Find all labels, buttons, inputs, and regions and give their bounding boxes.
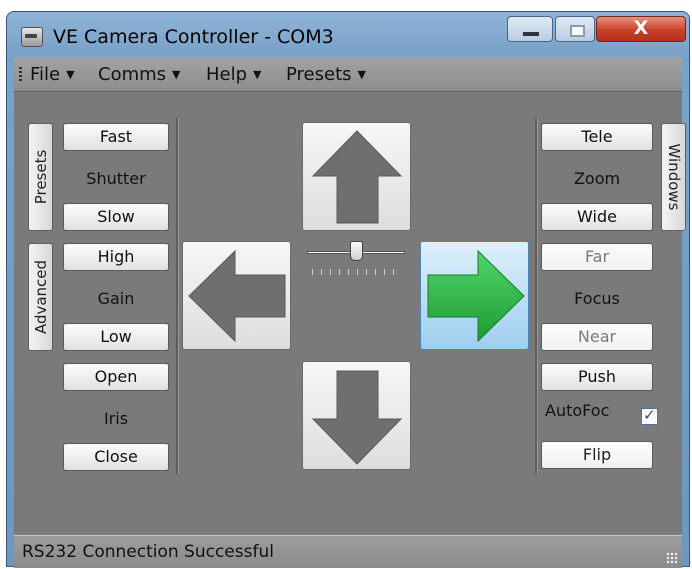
speed-slider-ticks: [312, 269, 400, 275]
left-divider: [176, 118, 179, 474]
gain-high-button[interactable]: High: [63, 243, 169, 271]
pan-left-button[interactable]: [182, 241, 291, 350]
tab-windows[interactable]: Windows: [661, 123, 686, 231]
iris-close-button[interactable]: Close: [63, 443, 169, 471]
arrow-left-icon: [188, 249, 286, 343]
menu-file[interactable]: File ▼: [30, 64, 75, 85]
dropdown-arrow-icon: ▼: [172, 68, 181, 81]
shutter-label: Shutter: [86, 169, 146, 188]
flip-button[interactable]: Flip: [541, 441, 653, 469]
window-title: VE Camera Controller - COM3: [53, 26, 334, 48]
tab-presets-label: Presets: [31, 149, 50, 205]
menu-presets[interactable]: Presets ▼: [286, 64, 366, 85]
shutter-fast-button[interactable]: Fast: [63, 123, 169, 151]
menu-grip[interactable]: [19, 67, 22, 83]
focus-label: Focus: [574, 289, 620, 308]
maximize-button[interactable]: [555, 16, 595, 42]
dropdown-arrow-icon: ▼: [66, 68, 75, 81]
autofocus-checkbox[interactable]: [641, 406, 658, 425]
status-text: RS232 Connection Successful: [22, 542, 274, 562]
zoom-wide-button[interactable]: Wide: [541, 203, 653, 231]
status-bar: RS232 Connection Successful: [14, 535, 682, 568]
dropdown-arrow-icon: ▼: [253, 68, 262, 81]
gain-low-button[interactable]: Low: [63, 323, 169, 351]
arrow-down-icon: [311, 370, 403, 465]
menu-bar: File ▼ Comms ▼ Help ▼ Presets ▼: [14, 57, 682, 92]
pan-up-button[interactable]: [302, 122, 411, 231]
menu-help-label: Help: [206, 64, 248, 85]
speed-slider-thumb[interactable]: [349, 241, 363, 261]
menu-comms[interactable]: Comms ▼: [98, 64, 181, 85]
menu-comms-label: Comms: [98, 64, 167, 85]
tab-advanced-label: Advanced: [31, 259, 50, 335]
menu-help[interactable]: Help ▼: [206, 64, 262, 85]
pan-right-button[interactable]: [420, 241, 529, 350]
tab-windows-label: Windows: [664, 143, 683, 211]
title-bar[interactable]: VE Camera Controller - COM3 X: [7, 12, 689, 60]
resize-grip-icon[interactable]: [666, 552, 678, 564]
menu-file-label: File: [30, 64, 61, 85]
close-button[interactable]: X: [596, 16, 686, 42]
zoom-label: Zoom: [573, 169, 621, 188]
app-icon[interactable]: [21, 27, 43, 47]
dropdown-arrow-icon: ▼: [357, 68, 366, 81]
minimize-button[interactable]: [507, 16, 553, 42]
menu-presets-label: Presets: [286, 64, 352, 85]
arrow-right-icon: [427, 249, 525, 343]
arrow-up-icon: [311, 130, 403, 224]
shutter-slow-button[interactable]: Slow: [63, 203, 169, 231]
focus-push-button[interactable]: Push: [541, 363, 653, 391]
tab-advanced[interactable]: Advanced: [28, 243, 53, 351]
zoom-tele-button[interactable]: Tele: [541, 123, 653, 151]
gain-label: Gain: [97, 289, 135, 308]
pan-down-button[interactable]: [302, 361, 411, 470]
tab-presets[interactable]: Presets: [28, 123, 53, 231]
close-icon: X: [633, 17, 649, 39]
right-divider: [535, 118, 538, 474]
focus-far-button[interactable]: Far: [541, 243, 653, 271]
iris-open-button[interactable]: Open: [63, 363, 169, 391]
iris-label: Iris: [103, 409, 129, 428]
focus-near-button[interactable]: Near: [541, 323, 653, 351]
autofocus-label: AutoFoc: [545, 401, 610, 420]
